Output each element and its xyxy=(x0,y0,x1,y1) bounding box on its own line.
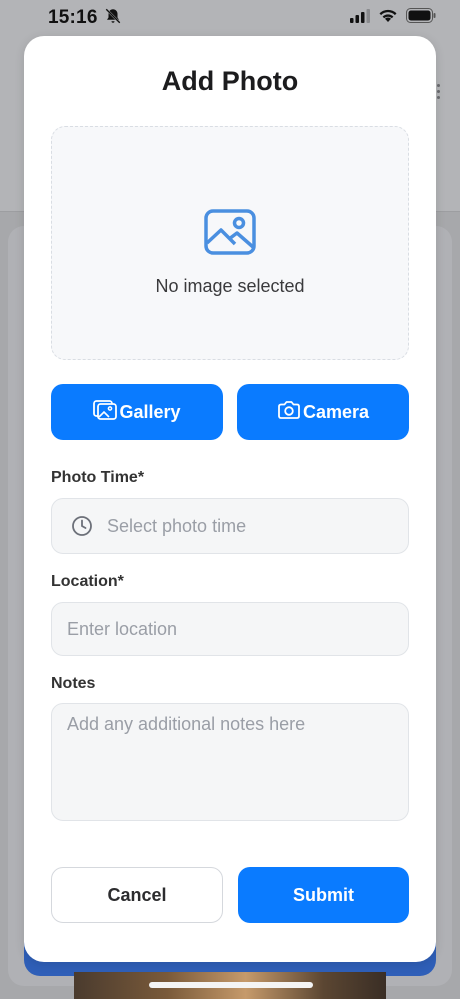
photo-time-placeholder: Select photo time xyxy=(107,515,247,536)
gallery-icon xyxy=(93,399,118,425)
home-indicator xyxy=(149,982,313,988)
gallery-button-label: Gallery xyxy=(119,401,181,422)
battery-icon xyxy=(406,8,436,28)
camera-button[interactable]: Camera xyxy=(237,384,409,440)
status-time: 15:16 xyxy=(48,7,98,28)
photo-time-field[interactable]: Select photo time xyxy=(51,498,409,554)
location-field[interactable] xyxy=(51,602,409,656)
add-photo-sheet: Add Photo No image selected Gallery Came… xyxy=(24,36,436,962)
notes-field[interactable] xyxy=(51,703,409,821)
sheet-title: Add Photo xyxy=(161,66,299,96)
more-options-icon xyxy=(437,84,440,99)
wifi-icon xyxy=(378,8,398,28)
signal-icon xyxy=(350,8,370,28)
photo-time-label: Photo Time* xyxy=(51,469,145,486)
image-preview-area[interactable]: No image selected xyxy=(51,126,409,360)
camera-button-label: Camera xyxy=(302,401,370,422)
cancel-button[interactable]: Cancel xyxy=(51,867,223,923)
image-icon xyxy=(204,209,256,260)
notes-textarea[interactable] xyxy=(67,704,393,820)
location-input[interactable] xyxy=(67,618,393,640)
camera-icon xyxy=(277,400,301,425)
no-image-caption: No image selected xyxy=(155,276,305,296)
notes-label: Notes xyxy=(51,675,96,692)
status-bar: 15:16 xyxy=(0,0,460,60)
gallery-button[interactable]: Gallery xyxy=(51,384,223,440)
submit-button[interactable]: Submit xyxy=(238,867,409,923)
location-label: Location* xyxy=(51,573,124,590)
clock-icon xyxy=(71,515,93,537)
bell-slash-icon xyxy=(104,7,122,30)
